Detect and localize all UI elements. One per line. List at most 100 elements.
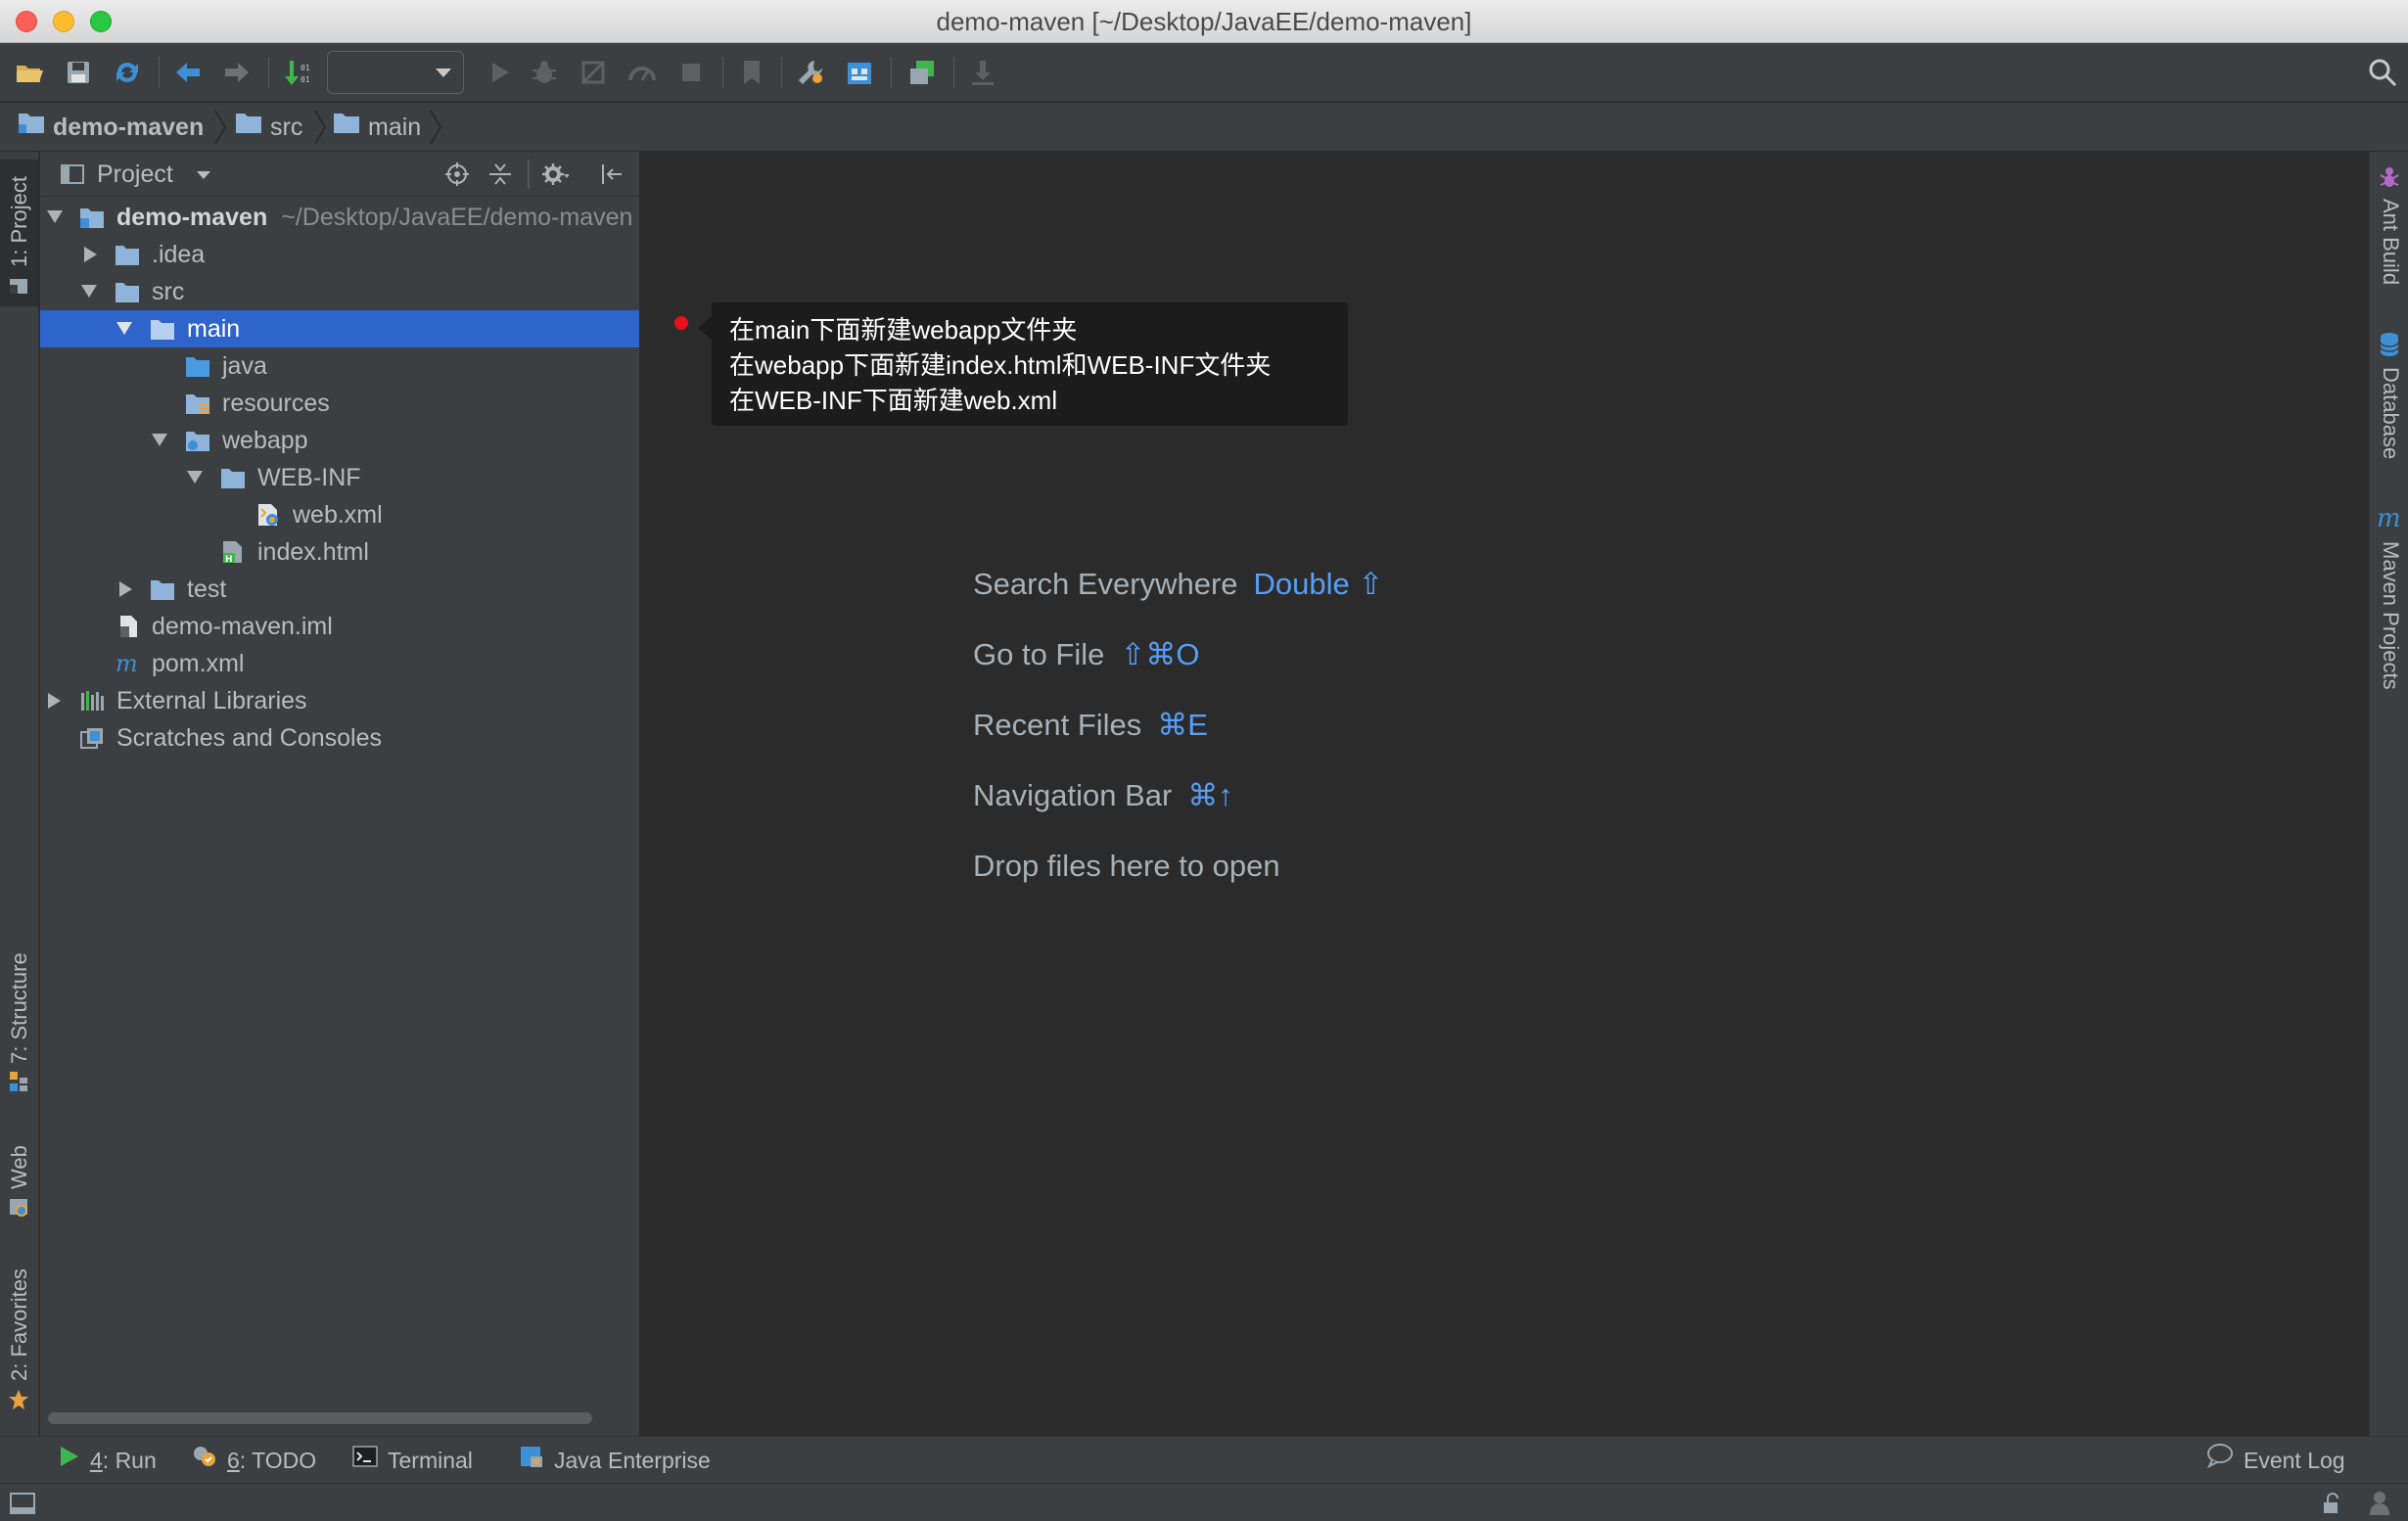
hint-label: Search Everywhere — [973, 567, 1238, 601]
window-title: demo-maven [~/Desktop/JavaEE/demo-maven] — [936, 7, 1472, 36]
tree-item-demo-maven-iml[interactable]: demo-maven.iml — [40, 608, 639, 645]
run-configuration-select[interactable] — [327, 51, 464, 94]
breadcrumb-label: demo-maven — [53, 114, 205, 141]
run-icon[interactable] — [484, 57, 515, 88]
tree-item-label: resources — [222, 390, 330, 417]
open-folder-icon[interactable] — [14, 57, 45, 88]
download-icon[interactable] — [967, 57, 998, 88]
tree-item-java[interactable]: java — [40, 347, 639, 385]
breadcrumb-item-demo-maven[interactable]: demo-maven — [18, 103, 204, 152]
annotation-tooltip: 在main下面新建webapp文件夹 在webapp下面新建index.html… — [698, 302, 1348, 426]
expand-arrow-icon[interactable] — [48, 693, 61, 709]
tree-item-label: pom.xml — [152, 650, 245, 677]
settings-wrench-icon[interactable] — [795, 57, 826, 88]
project-structure-icon[interactable] — [844, 57, 875, 88]
folder-icon — [115, 280, 140, 303]
sdk-icon[interactable] — [906, 57, 938, 88]
title-bar: demo-maven [~/Desktop/JavaEE/demo-maven] — [0, 0, 2408, 43]
tab-web-label: Web — [7, 1145, 31, 1189]
breadcrumb-label: main — [368, 114, 422, 141]
hint-go-to-file[interactable]: Go to File ⇧⌘O — [973, 633, 1199, 676]
status-bar — [0, 1483, 2408, 1521]
tree-item-webapp[interactable]: webapp — [40, 422, 639, 459]
hint-recent-files[interactable]: Recent Files ⌘E — [973, 704, 1208, 747]
svg-text:m: m — [116, 652, 138, 675]
debug-icon[interactable] — [529, 57, 560, 88]
tree-item-test[interactable]: test — [40, 571, 639, 608]
collapse-all-icon[interactable] — [486, 161, 514, 188]
tooltip-line: 在WEB-INF下面新建web.xml — [729, 386, 1058, 415]
save-icon[interactable] — [63, 57, 94, 88]
hint-navigation-bar[interactable]: Navigation Bar ⌘↑ — [973, 774, 1233, 817]
tree-item-index-html[interactable]: H index.html — [40, 533, 639, 571]
tab-web[interactable]: Web — [0, 1130, 39, 1228]
tab-database[interactable]: Database — [2370, 332, 2408, 479]
tab-event-log[interactable]: Event Log — [2206, 1437, 2345, 1484]
back-icon[interactable] — [172, 57, 204, 88]
tree-item-resources[interactable]: resources — [40, 385, 639, 422]
tab-structure[interactable]: 7: Structure — [0, 935, 39, 1101]
tree-item-idea[interactable]: .idea — [40, 236, 639, 273]
tab-terminal[interactable]: Terminal — [352, 1437, 473, 1484]
project-view-selector[interactable]: Project — [97, 152, 173, 197]
source-folder-icon — [185, 354, 210, 378]
hint-shortcut: ⌘E — [1157, 708, 1208, 742]
gear-icon[interactable] — [541, 161, 569, 188]
resources-folder-icon — [185, 392, 210, 415]
run-label: : Run — [102, 1448, 157, 1473]
chevron-down-icon[interactable] — [197, 171, 210, 179]
tab-favorites[interactable]: 2: Favorites — [0, 1248, 39, 1429]
expand-arrow-icon[interactable] — [187, 471, 203, 484]
coverage-icon[interactable] — [578, 57, 609, 88]
tab-java-enterprise[interactable]: Java Enterprise — [519, 1437, 711, 1484]
hint-search-everywhere[interactable]: Search Everywhere Double ⇧ — [973, 563, 1383, 606]
editor-area[interactable]: 在main下面新建webapp文件夹 在webapp下面新建index.html… — [641, 152, 2368, 1436]
hector-inspector-icon[interactable] — [2367, 1490, 2392, 1517]
maven-file-icon: m — [115, 652, 140, 675]
expand-arrow-icon[interactable] — [81, 285, 97, 298]
tab-run[interactable]: 4: Run — [57, 1437, 157, 1484]
horizontal-scrollbar[interactable] — [48, 1412, 592, 1424]
tree-item-web-inf[interactable]: WEB-INF — [40, 459, 639, 496]
terminal-icon — [352, 1437, 378, 1484]
breadcrumb-item-src[interactable]: src — [235, 103, 302, 152]
breadcrumb-label: src — [270, 114, 303, 141]
expand-arrow-icon[interactable] — [84, 247, 97, 262]
expand-arrow-icon[interactable] — [152, 434, 167, 446]
breadcrumb-separator-icon — [213, 109, 227, 146]
svg-text:01: 01 — [301, 75, 310, 84]
lock-icon[interactable] — [2320, 1492, 2343, 1515]
breadcrumb-item-main[interactable]: main — [333, 103, 421, 152]
forward-icon[interactable] — [221, 57, 253, 88]
tree-item-main[interactable]: main — [40, 310, 639, 347]
tree-item-src[interactable]: src — [40, 273, 639, 310]
locate-target-icon[interactable] — [443, 161, 471, 188]
tree-item-scratches[interactable]: Scratches and Consoles — [40, 719, 639, 757]
event-log-icon — [2206, 1437, 2234, 1484]
hide-panel-icon[interactable] — [598, 161, 625, 188]
toggle-tool-windows-icon[interactable] — [10, 1492, 35, 1515]
tab-maven-projects[interactable]: m Maven Projects — [2370, 506, 2408, 751]
expand-arrow-icon[interactable] — [47, 210, 63, 223]
svg-text:H: H — [225, 555, 233, 564]
tab-project[interactable]: 1: Project — [0, 160, 39, 306]
maven-icon: m — [2377, 506, 2401, 531]
search-icon[interactable] — [2367, 57, 2398, 88]
breadcrumb-separator-icon — [313, 109, 327, 146]
sync-icon[interactable] — [112, 57, 143, 88]
tree-item-web-xml[interactable]: web.xml — [40, 496, 639, 533]
bookmark-icon[interactable] — [736, 57, 767, 88]
tree-item-label: Scratches and Consoles — [116, 724, 382, 752]
profile-icon[interactable] — [626, 57, 658, 88]
expand-arrow-icon[interactable] — [116, 322, 132, 335]
tree-item-external-libraries[interactable]: External Libraries — [40, 682, 639, 719]
expand-arrow-icon[interactable] — [119, 581, 132, 597]
stop-icon[interactable] — [675, 57, 707, 88]
tree-item-pom-xml[interactable]: m pom.xml — [40, 645, 639, 682]
tab-todo[interactable]: 6: TODO — [192, 1437, 316, 1484]
tab-structure-label: 7: Structure — [7, 952, 31, 1064]
tab-ant-build[interactable]: Ant Build — [2370, 165, 2408, 312]
vcs-update-icon[interactable]: 01 01 — [282, 57, 313, 88]
folder-icon — [220, 466, 246, 489]
tree-item-demo-maven[interactable]: demo-maven ~/Desktop/JavaEE/demo-maven — [40, 199, 639, 236]
